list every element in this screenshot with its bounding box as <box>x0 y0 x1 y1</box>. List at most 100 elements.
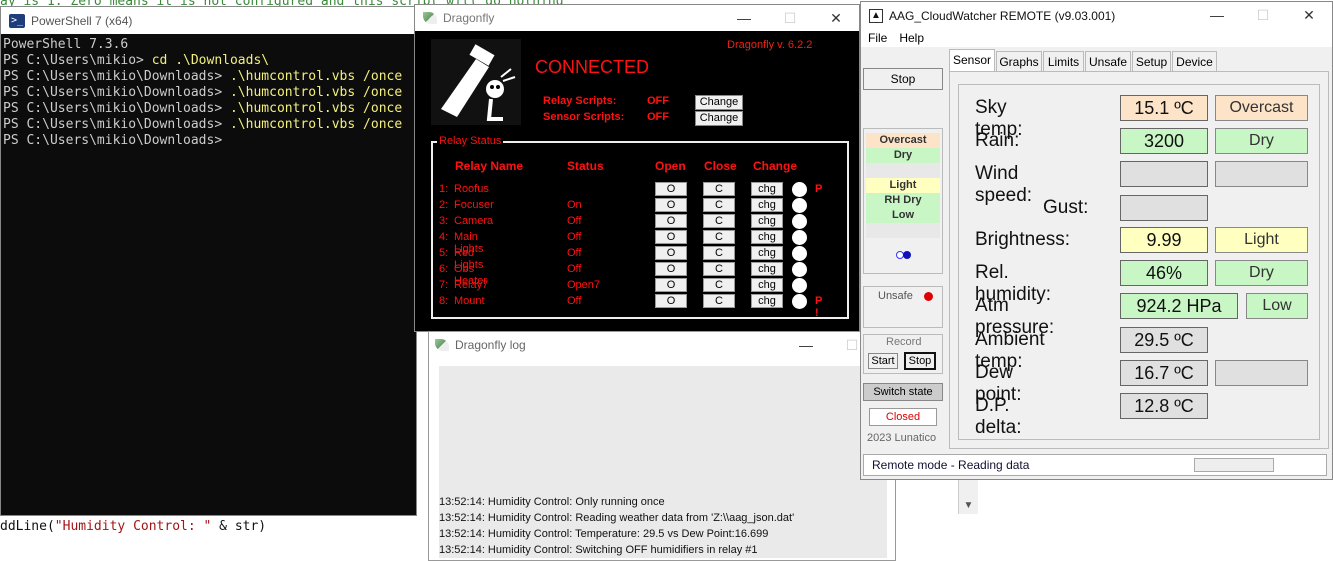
cw-minimize-button[interactable]: — <box>1194 2 1240 28</box>
relay-open-button[interactable]: O <box>655 246 687 260</box>
minimize-button[interactable]: — <box>721 5 767 31</box>
relay-open-button[interactable]: O <box>655 214 687 228</box>
relay-change-button[interactable]: chg <box>751 230 783 244</box>
reading-status: Dry <box>1215 128 1308 154</box>
relay-close-button[interactable]: C <box>703 182 735 196</box>
console-line: PS C:\Users\mikio\Downloads> .\humcontro… <box>3 85 402 101</box>
console-prompt: PowerShell 7.3.6 <box>3 37 129 52</box>
relay-change-button[interactable]: chg <box>751 262 783 276</box>
dragonfly-titlebar[interactable]: Dragonfly — ☐ ✕ <box>415 5 859 31</box>
status-dots-icon <box>896 251 912 259</box>
cw-close-button[interactable]: ✕ <box>1286 2 1332 28</box>
dragonfly-log-titlebar[interactable]: Dragonfly log — ☐ <box>429 332 895 358</box>
tab-limits[interactable]: Limits <box>1043 51 1084 71</box>
relay-change-button[interactable]: chg <box>751 198 783 212</box>
tab-device[interactable]: Device <box>1172 51 1217 71</box>
console-line: PS C:\Users\mikio\Downloads> .\humcontro… <box>3 69 402 85</box>
terminal-icon: >_ <box>9 13 25 28</box>
dragonfly-version: Dragonfly v. 6.2.2 <box>727 39 813 51</box>
console-command: cd .\Downloads\ <box>151 53 270 68</box>
record-label: Record <box>886 336 922 348</box>
relay-close-button[interactable]: C <box>703 214 735 228</box>
relay-open-button[interactable]: O <box>655 262 687 276</box>
header-close: Close <box>704 159 737 173</box>
relay-close-button[interactable]: C <box>703 246 735 260</box>
editor-scrollbar[interactable]: ▼ <box>958 480 978 514</box>
relay-scripts-value: OFF <box>647 95 669 107</box>
reading-label: Gust: <box>1043 197 1089 218</box>
stop-button[interactable]: Stop <box>863 68 943 90</box>
summary-item: RH Dry <box>866 193 940 208</box>
console-prompt: PS C:\Users\mikio\Downloads> <box>3 101 230 116</box>
cloudwatcher-titlebar[interactable]: ▲ AAG_CloudWatcher REMOTE (v9.03.001) — … <box>861 2 1332 29</box>
powershell-console[interactable]: PowerShell 7.3.6 PS C:\Users\mikio> cd .\… <box>3 37 402 149</box>
dragonfly-log-title: Dragonfly log <box>455 338 526 352</box>
relay-close-button[interactable]: C <box>703 294 735 308</box>
relay-change-button[interactable]: chg <box>751 182 783 196</box>
dragonfly-window[interactable]: Dragonfly — ☐ ✕ Dragonfly v. 6.2.2 CONNE… <box>414 4 860 332</box>
reading-value: 924.2 HPa <box>1120 293 1238 319</box>
menu-help[interactable]: Help <box>899 29 924 47</box>
relay-scripts-change-button[interactable]: Change <box>695 95 743 110</box>
tab-sensor[interactable]: Sensor <box>949 49 995 71</box>
relay-indicator-icon <box>792 182 807 197</box>
tab-unsafe[interactable]: Unsafe <box>1085 51 1131 71</box>
header-status: Status <box>567 159 604 173</box>
console-command: .\humcontrol.vbs /once <box>229 69 403 84</box>
log-minimize-button[interactable]: — <box>783 332 829 358</box>
sensor-scripts-label: Sensor Scripts: <box>543 111 625 123</box>
tab-graphs[interactable]: Graphs <box>996 51 1042 71</box>
record-start-button[interactable]: Start <box>868 353 898 369</box>
code-string: "Humidity Control: " <box>54 519 212 534</box>
relay-open-button[interactable]: O <box>655 198 687 212</box>
powershell-title: PowerShell 7 (x64) <box>31 13 133 28</box>
console-line: PS C:\Users\mikio\Downloads> .\humcontro… <box>3 101 402 117</box>
readings-frame: Sky temp: 15.1 ºC Overcast Rain: 3200 Dry Wind… <box>958 84 1320 440</box>
cloudwatcher-title: AAG_CloudWatcher REMOTE (v9.03.001) <box>889 8 1116 23</box>
maximize-button[interactable]: ☐ <box>767 5 813 31</box>
relay-close-button[interactable]: C <box>703 230 735 244</box>
relay-name: Roofus <box>454 183 489 195</box>
console-line: PS C:\Users\mikio> cd .\Downloads\ <box>3 53 402 69</box>
relay-change-button[interactable]: chg <box>751 294 783 308</box>
switch-state-button[interactable]: Switch state <box>863 383 943 401</box>
powershell-window[interactable]: >_ PowerShell 7 (x64) PowerShell 7.3.6 PS… <box>0 6 417 516</box>
console-line: PowerShell 7.3.6 <box>3 37 402 53</box>
relay-close-button[interactable]: C <box>703 262 735 276</box>
relay-open-button[interactable]: O <box>655 182 687 196</box>
relay-close-button[interactable]: C <box>703 198 735 212</box>
log-line: 13:52:14: Humidity Control: Switching OF… <box>439 544 758 556</box>
header-relay-name: Relay Name <box>455 159 524 173</box>
relay-open-button[interactable]: O <box>655 294 687 308</box>
relay-open-button[interactable]: O <box>655 230 687 244</box>
relay-close-button[interactable]: C <box>703 278 735 292</box>
record-stop-button[interactable]: Stop <box>904 352 936 370</box>
dragonfly-log-window[interactable]: Dragonfly log — ☐ 13:52:14: Humidity Con… <box>428 331 896 561</box>
relay-change-button[interactable]: chg <box>751 214 783 228</box>
relay-change-button[interactable]: chg <box>751 278 783 292</box>
log-line: 13:52:14: Humidity Control: Only running… <box>439 496 665 508</box>
close-button[interactable]: ✕ <box>813 5 859 31</box>
relay-name: Camera <box>454 215 494 227</box>
relay-status: Off <box>567 263 582 275</box>
unsafe-label: Unsafe <box>878 290 913 302</box>
console-prompt: PS C:\Users\mikio\Downloads> <box>3 117 230 132</box>
cw-maximize-button[interactable]: ☐ <box>1240 2 1286 28</box>
tab-setup[interactable]: Setup <box>1132 51 1171 71</box>
scroll-down-icon[interactable]: ▼ <box>959 480 978 511</box>
console-line: PS C:\Users\mikio\Downloads> <box>3 133 402 149</box>
relay-status: Off <box>567 295 582 307</box>
reading-status: Light <box>1215 227 1308 253</box>
relay-open-button[interactable]: O <box>655 278 687 292</box>
relay-change-button[interactable]: chg <box>751 246 783 260</box>
console-line: PS C:\Users\mikio\Downloads> .\humcontro… <box>3 117 402 133</box>
dragonfly-log-icon <box>435 339 449 351</box>
switch-state-value: Closed <box>869 408 937 426</box>
menu-file[interactable]: File <box>868 29 887 47</box>
relay-number: 6: <box>439 263 449 275</box>
sensor-scripts-change-button[interactable]: Change <box>695 111 743 126</box>
powershell-titlebar[interactable]: >_ PowerShell 7 (x64) <box>1 7 416 34</box>
cloudwatcher-window[interactable]: ▲ AAG_CloudWatcher REMOTE (v9.03.001) — … <box>860 1 1333 480</box>
relay-number: 4: <box>439 231 449 243</box>
code-prefix: ddLine( <box>0 519 55 534</box>
